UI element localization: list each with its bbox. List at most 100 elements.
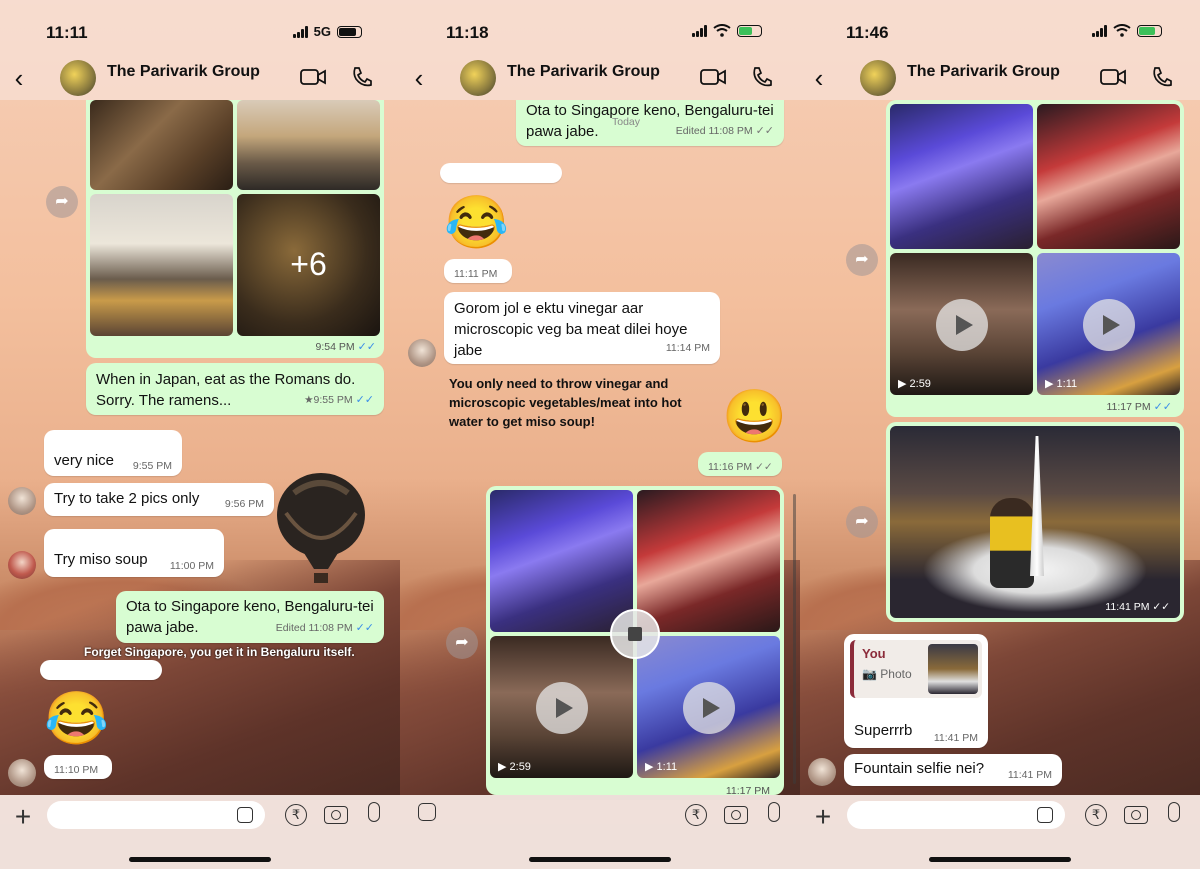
attach-plus-icon[interactable]: + (10, 801, 36, 833)
photo-message[interactable]: 11:41 PM ✓✓ (886, 422, 1184, 622)
laughing-emoji-message[interactable]: 😂 (444, 194, 509, 252)
photo-thumbnail[interactable] (90, 100, 233, 190)
microphone-icon[interactable] (368, 802, 380, 822)
attach-plus-icon[interactable]: + (810, 801, 836, 833)
incoming-message[interactable]: Gorom jol e ektu vinegar aar microscopic… (444, 292, 720, 364)
status-icons: 5G (292, 24, 362, 39)
scrollbar[interactable] (793, 494, 796, 784)
video-thumbnail[interactable]: ▶ 1:11 (637, 636, 780, 778)
video-duration: ▶ 2:59 (898, 378, 931, 390)
status-icons (692, 24, 762, 37)
voice-call-icon[interactable] (1152, 66, 1172, 88)
incoming-message[interactable]: Try miso soup 11:00 PM (44, 529, 224, 577)
camera-icon[interactable] (324, 806, 348, 824)
empty-incoming-bubble[interactable] (40, 660, 162, 680)
home-indicator[interactable] (529, 857, 671, 862)
payment-rupee-icon[interactable]: ₹ (285, 804, 307, 826)
play-icon[interactable] (536, 682, 588, 734)
hot-air-balloon-wallpaper (277, 473, 365, 583)
sender-avatar[interactable] (8, 551, 36, 579)
message-text: Try miso soup (54, 551, 148, 568)
photo-thumbnail[interactable] (637, 490, 780, 632)
photo-thumbnail[interactable] (1037, 104, 1180, 249)
empty-incoming-bubble[interactable] (440, 163, 562, 183)
person-figure (990, 498, 1034, 588)
selfie-photo[interactable]: 11:41 PM ✓✓ (890, 426, 1180, 618)
group-name[interactable]: The Parivarik Group (907, 63, 1060, 81)
incoming-message[interactable]: Fountain selfie nei? 11:41 PM (844, 754, 1062, 786)
video-album-message[interactable]: ▶ 2:59 ▶ 1:11 11:17 PM ✓✓ (886, 100, 1184, 417)
laughing-emoji-message[interactable]: 😂 (44, 690, 109, 748)
battery-charging-icon (737, 24, 762, 37)
message-time: 11:00 PM (169, 560, 214, 572)
stop-upload-button[interactable] (610, 609, 660, 659)
forward-icon[interactable]: ➦ (446, 627, 478, 659)
outgoing-message[interactable]: Ota to Singapore keno, Bengaluru-tei paw… (516, 100, 784, 146)
reply-message[interactable]: You 📷 Photo Superrrb 11:41 PM (844, 634, 988, 748)
battery-charging-icon (1137, 24, 1162, 37)
sender-avatar[interactable] (8, 487, 36, 515)
play-icon[interactable] (936, 299, 988, 351)
read-ticks-icon: ✓✓ (357, 341, 376, 353)
camera-icon[interactable] (1124, 806, 1148, 824)
photo-thumbnail[interactable] (237, 100, 380, 190)
sticker-icon[interactable] (1037, 807, 1053, 823)
back-chevron-icon[interactable]: ‹ (406, 64, 432, 92)
forward-icon[interactable]: ➦ (846, 506, 878, 538)
video-call-icon[interactable] (700, 69, 726, 85)
home-indicator[interactable] (929, 857, 1071, 862)
photo-album-message[interactable]: +6 9:54 PM ✓✓ (86, 100, 384, 358)
clock: 11:11 (46, 23, 88, 42)
back-chevron-icon[interactable]: ‹ (806, 64, 832, 92)
sender-avatar[interactable] (408, 339, 436, 367)
play-icon[interactable] (683, 682, 735, 734)
message-input[interactable] (847, 801, 1065, 829)
video-call-icon[interactable] (1100, 69, 1126, 85)
group-name[interactable]: The Parivarik Group (107, 63, 260, 81)
sender-avatar[interactable] (808, 758, 836, 786)
payment-rupee-icon[interactable]: ₹ (685, 804, 707, 826)
incoming-message[interactable]: Try to take 2 pics only 9:56 PM (44, 483, 274, 516)
stop-icon (628, 627, 642, 641)
video-thumbnail[interactable]: ▶ 2:59 (890, 253, 1033, 395)
sender-avatar[interactable] (8, 759, 36, 787)
forward-icon[interactable]: ➦ (46, 186, 78, 218)
back-chevron-icon[interactable]: ‹ (6, 64, 32, 92)
voice-call-icon[interactable] (752, 66, 772, 88)
photo-thumbnail[interactable] (890, 104, 1033, 249)
quoted-reply[interactable]: You 📷 Photo (850, 640, 982, 698)
forward-icon[interactable]: ➦ (846, 244, 878, 276)
smiling-emoji-message[interactable]: 😃 (722, 388, 787, 446)
home-indicator[interactable] (129, 857, 271, 862)
status-bar: 11:18 (400, 0, 800, 58)
outgoing-message[interactable]: Ota to Singapore keno, Bengaluru-tei paw… (116, 591, 384, 643)
group-avatar[interactable] (460, 60, 496, 96)
video-thumbnail[interactable]: ▶ 1:11 (1037, 253, 1180, 395)
sticker-icon[interactable] (418, 803, 436, 821)
message-text: very nice (54, 452, 115, 469)
photo-thumbnail-more[interactable]: +6 (237, 194, 380, 336)
group-avatar[interactable] (860, 60, 896, 96)
group-avatar[interactable] (60, 60, 96, 96)
video-call-icon[interactable] (300, 69, 326, 85)
microphone-icon[interactable] (768, 802, 780, 822)
outgoing-message[interactable]: When in Japan, eat as the Romans do. Sor… (86, 363, 384, 415)
incoming-message[interactable]: very nice 9:55 PM (44, 430, 182, 476)
microphone-icon[interactable] (1168, 802, 1180, 822)
play-icon[interactable] (1083, 299, 1135, 351)
chat-header: ‹ The Parivarik Group (800, 58, 1200, 100)
sticker-icon[interactable] (237, 807, 253, 823)
signal-icon (1092, 24, 1107, 37)
group-name[interactable]: The Parivarik Group (507, 63, 660, 81)
payment-rupee-icon[interactable]: ₹ (1085, 804, 1107, 826)
photo-thumbnail[interactable] (490, 490, 633, 632)
clock: 11:46 (846, 23, 889, 42)
camera-icon[interactable] (724, 806, 748, 824)
voice-call-icon[interactable] (352, 66, 372, 88)
video-duration: ▶ 1:11 (1045, 378, 1078, 390)
video-thumbnail[interactable]: ▶ 2:59 (490, 636, 633, 778)
photo-thumbnail[interactable] (90, 194, 233, 336)
message-input[interactable] (47, 801, 265, 829)
signal-icon (692, 24, 707, 37)
date-divider: Today (612, 116, 641, 128)
